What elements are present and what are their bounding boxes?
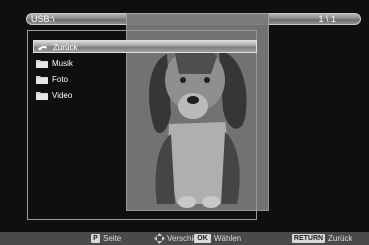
return-key-badge: RETURN [292,234,325,243]
folder-icon [36,92,48,100]
folder-icon [36,76,48,84]
list-item-musik[interactable]: Musik [33,57,257,70]
navigation-arrows-icon [154,233,165,244]
list-item-label: Video [52,91,73,100]
page-hint: Seite [103,234,122,243]
back-arrow-icon [38,46,47,51]
list-item-label: Foto [52,75,69,84]
folder-icon [36,60,48,68]
media-browser-screen: USB:\ 1 \ 1 Zurück Musik Foto Video P Se… [0,0,369,245]
list-item-back[interactable]: Zurück [33,40,257,53]
back-hint: Zurück [328,234,353,243]
current-path: USB:\ [31,14,55,24]
help-bar: P Seite Verschieben OK Wählen RETURN Zur… [0,232,369,245]
select-hint: Wählen [214,234,242,243]
file-browser-frame: Zurück Musik Foto Video [27,30,257,220]
list-item-video[interactable]: Video [33,89,257,102]
p-key-badge: P [91,234,100,243]
list-item-label: Zurück [53,43,78,52]
page-counter: 1 \ 1 [318,14,336,24]
ok-key-badge: OK [194,234,211,243]
list-item-foto[interactable]: Foto [33,73,257,86]
list-item-label: Musik [52,59,73,68]
